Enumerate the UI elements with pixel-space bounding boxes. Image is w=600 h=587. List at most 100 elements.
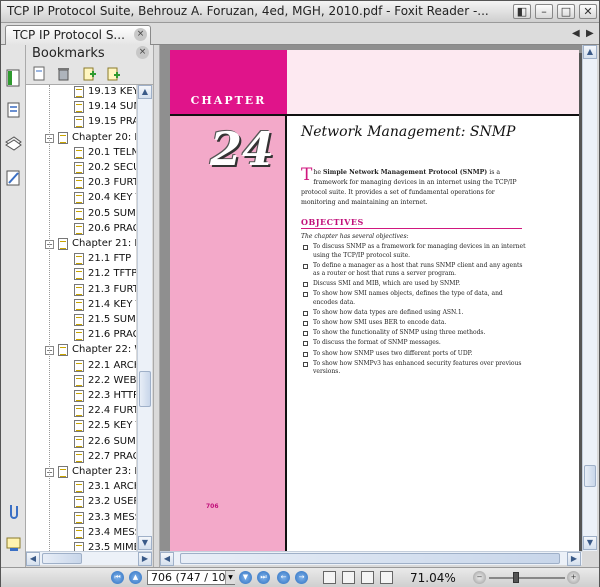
doc-h-scroll-thumb[interactable] xyxy=(180,553,560,564)
doc-scroll-left-icon[interactable]: ◀ xyxy=(160,552,174,566)
tab-scroll-left-icon[interactable]: ◀ xyxy=(572,28,580,39)
chapter-title: Network Management: SNMP xyxy=(301,124,516,140)
bookmarks-scroll-thumb[interactable] xyxy=(139,371,151,407)
document-horizontal-scrollbar[interactable]: ◀ ▶ xyxy=(160,551,582,566)
bookmark-options-icon[interactable] xyxy=(32,66,47,81)
bookmark-label: 22.3 HTTP xyxy=(88,390,136,401)
bookmark-item[interactable]: 23.5 MIME xyxy=(26,541,136,551)
zoom-in-icon[interactable]: + xyxy=(567,571,580,584)
bookmark-item[interactable]: 22.3 HTTP xyxy=(26,389,136,404)
objective-item: Discuss SMI and MIB, which are used by S… xyxy=(301,280,526,289)
objective-item: To show how data types are defined using… xyxy=(301,309,526,318)
bookmark-chapter[interactable]: − Chapter 20: R xyxy=(26,131,136,146)
bookmark-item[interactable]: 22.1 ARCH xyxy=(26,359,136,374)
scroll-right-icon[interactable]: ▶ xyxy=(138,552,152,566)
bookmark-item[interactable]: 23.4 MESS xyxy=(26,526,136,541)
bookmark-item[interactable]: 22.2 WEB xyxy=(26,374,136,389)
go-forward-icon[interactable]: → xyxy=(295,571,308,584)
bookmark-item[interactable]: 22.6 SUMM xyxy=(26,435,136,450)
bookmark-item[interactable]: 23.2 USER xyxy=(26,495,136,510)
objectives-list: To discuss SNMP as a framework for manag… xyxy=(301,243,526,378)
minimize-button[interactable]: – xyxy=(535,4,553,19)
comments-panel-icon[interactable] xyxy=(5,169,22,187)
new-bookmark-icon[interactable] xyxy=(106,66,121,81)
pages-panel-icon[interactable] xyxy=(5,101,22,119)
objective-text: To define a manager as a host that runs … xyxy=(313,261,523,278)
continuous-facing-view-icon[interactable] xyxy=(380,571,393,584)
bookmark-item[interactable]: 20.6 PRAC xyxy=(26,222,136,237)
first-page-icon[interactable]: ⏮ xyxy=(111,571,124,584)
bookmark-item[interactable]: 20.5 SUMM xyxy=(26,207,136,222)
scroll-up-icon[interactable]: ▲ xyxy=(138,85,152,99)
expand-bookmark-icon[interactable] xyxy=(82,66,97,81)
bookmark-item[interactable]: 20.4 KEY T xyxy=(26,191,136,206)
bookmarks-horizontal-scrollbar[interactable]: ◀ ▶ xyxy=(26,551,152,566)
bookmarks-h-scroll-thumb[interactable] xyxy=(42,553,82,564)
checkbox-bullet-icon xyxy=(303,351,308,357)
document-vertical-scrollbar[interactable]: ▲ ▼ xyxy=(582,45,597,551)
bookmarks-panel-icon[interactable] xyxy=(5,69,22,87)
bookmark-item[interactable]: 23.3 MESS xyxy=(26,511,136,526)
bookmark-item[interactable]: 22.4 FURT xyxy=(26,404,136,419)
bookmark-page-icon xyxy=(74,542,84,551)
bookmark-item[interactable]: 23.1 ARCH xyxy=(26,480,136,495)
restore-icon[interactable]: ◧ xyxy=(513,4,531,19)
facing-view-icon[interactable] xyxy=(361,571,374,584)
last-page-icon[interactable]: ⏭ xyxy=(257,571,270,584)
document-tab[interactable]: TCP IP Protocol S... × xyxy=(5,25,151,45)
bookmark-page-icon xyxy=(74,116,84,129)
layers-panel-icon[interactable] xyxy=(5,133,22,151)
bookmark-item[interactable]: 21.3 FURT xyxy=(26,283,136,298)
zoom-out-icon[interactable]: − xyxy=(473,571,486,584)
scroll-down-icon[interactable]: ▼ xyxy=(138,536,152,550)
page-number-input[interactable]: 706 (747 / 10 xyxy=(147,570,235,585)
page-dropdown-icon[interactable]: ▼ xyxy=(225,571,235,584)
bookmark-chapter[interactable]: − Chapter 21: F xyxy=(26,237,136,252)
signature-icon[interactable] xyxy=(5,535,22,553)
tab-scroll-right-icon[interactable]: ▶ xyxy=(586,28,594,39)
delete-bookmark-icon[interactable] xyxy=(56,66,71,81)
bookmark-item[interactable]: 21.5 SUMM xyxy=(26,313,136,328)
bookmark-item[interactable]: 20.1 TELN xyxy=(26,146,136,161)
bookmark-item[interactable]: 20.2 SECU xyxy=(26,161,136,176)
maximize-button[interactable]: □ xyxy=(557,4,575,19)
bookmark-page-icon xyxy=(74,253,84,266)
single-page-view-icon[interactable] xyxy=(323,571,336,584)
scroll-left-icon[interactable]: ◀ xyxy=(26,552,40,566)
doc-scroll-up-icon[interactable]: ▲ xyxy=(583,45,597,59)
doc-scroll-right-icon[interactable]: ▶ xyxy=(567,552,581,566)
doc-scroll-thumb[interactable] xyxy=(584,465,596,487)
bookmarks-vertical-scrollbar[interactable]: ▲ ▼ xyxy=(137,85,152,551)
bookmark-item[interactable]: 19.14 SUM xyxy=(26,100,136,115)
tab-close-icon[interactable]: × xyxy=(134,28,147,41)
bookmark-chapter[interactable]: −Chapter 22: W xyxy=(26,343,136,358)
bookmark-item[interactable]: 21.4 KEY T xyxy=(26,298,136,313)
next-page-icon[interactable]: ▼ xyxy=(239,571,252,584)
bookmark-item[interactable]: 22.7 PRAC xyxy=(26,450,136,465)
chapter-side-band xyxy=(170,115,287,551)
bookmark-page-icon xyxy=(74,405,84,418)
zoom-slider-knob[interactable] xyxy=(513,572,519,583)
bookmark-item[interactable]: 21.2 TFTP xyxy=(26,267,136,282)
close-bookmarks-icon[interactable]: × xyxy=(136,46,149,59)
bookmark-item[interactable]: 22.5 KEY T xyxy=(26,419,136,434)
bookmark-item[interactable]: 21.6 PRAC xyxy=(26,328,136,343)
bookmark-item[interactable]: 20.3 FURT xyxy=(26,176,136,191)
previous-page-icon[interactable]: ▲ xyxy=(129,571,142,584)
bookmark-item[interactable]: 21.1 FTP xyxy=(26,252,136,267)
bookmark-label: 22.7 PRAC xyxy=(88,450,136,462)
continuous-view-icon[interactable] xyxy=(342,571,355,584)
bookmark-chapter[interactable]: − Chapter 23: E xyxy=(26,465,136,480)
bookmark-label: 23.3 MESS xyxy=(88,511,136,523)
panel-splitter[interactable] xyxy=(153,45,160,567)
close-window-button[interactable]: ✕ xyxy=(579,4,597,19)
zoom-slider[interactable] xyxy=(489,577,565,579)
bookmark-item[interactable]: 19.13 KEY xyxy=(26,85,136,100)
doc-scroll-down-icon[interactable]: ▼ xyxy=(583,536,597,550)
bookmark-item[interactable]: 19.15 PRA xyxy=(26,115,136,130)
document-view[interactable]: CHAPTER 24 706 Network Management: SNMP … xyxy=(160,45,582,551)
attachments-icon[interactable] xyxy=(5,502,22,520)
bookmark-page-icon xyxy=(74,101,84,114)
go-back-icon[interactable]: ← xyxy=(277,571,290,584)
bookmark-label: 20.1 TELN xyxy=(88,146,136,158)
